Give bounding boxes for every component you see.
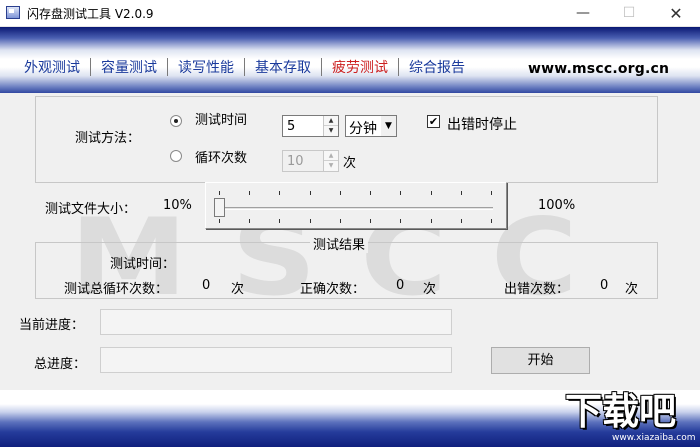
slider-tick [340, 191, 341, 195]
test-method-label: 测试方法： [75, 131, 141, 146]
slider-tick [370, 191, 371, 195]
time-unit-select[interactable]: 分钟 ▼ [345, 115, 397, 137]
total-loops-unit: 次 [231, 282, 245, 297]
spin-up-icon[interactable]: ▲ [324, 151, 338, 161]
test-time-value: 5 [287, 119, 296, 134]
slider-tick [461, 191, 462, 195]
spin-up-icon[interactable]: ▲ [324, 116, 338, 126]
xiazaiba-watermark-logo: 下载吧 [565, 390, 676, 433]
nav-tab-capacity[interactable]: 容量测试 [91, 57, 167, 77]
nav-bar: 外观测试 容量测试 读写性能 基本存取 疲劳测试 综合报告 [14, 57, 475, 77]
close-button[interactable]: ✕ [653, 0, 699, 27]
test-time-stepper[interactable]: 5 ▲ ▼ [282, 115, 339, 137]
slider-tick [340, 219, 341, 223]
file-size-label: 测试文件大小： [45, 202, 137, 217]
slider-tick [491, 219, 492, 223]
radio-test-time[interactable] [170, 115, 182, 127]
nav-tab-basic-access[interactable]: 基本存取 [245, 57, 321, 77]
test-results-title: 测试结果 [310, 234, 369, 253]
loop-count-value: 10 [287, 154, 304, 169]
correct-count-unit: 次 [423, 282, 437, 297]
loop-count-spin-buttons: ▲ ▼ [323, 151, 338, 171]
start-button[interactable]: 开始 [491, 347, 590, 374]
total-progress-bar [100, 347, 452, 373]
slider-tick [310, 191, 311, 195]
slider-tick [370, 219, 371, 223]
test-time-result-label: 测试时间： [110, 257, 176, 272]
nav-tab-appearance[interactable]: 外观测试 [14, 57, 90, 77]
radio-loop-count-label: 循环次数 [195, 151, 248, 166]
total-loops-value: 0 [202, 278, 211, 293]
radio-loop-count[interactable] [170, 150, 182, 162]
slider-tick [249, 191, 250, 195]
file-size-slider-track[interactable] [217, 207, 493, 210]
app-icon [6, 6, 20, 19]
slider-tick [461, 219, 462, 223]
stop-on-error-checkbox[interactable]: ✔ [427, 115, 440, 128]
file-size-max-label: 100% [538, 198, 576, 213]
error-count-label: 出错次数： [504, 282, 570, 297]
nav-tab-endurance[interactable]: 疲劳测试 [322, 57, 398, 77]
xiazaiba-watermark-url: www.xiazaiba.com [612, 433, 696, 443]
spin-down-icon[interactable]: ▼ [324, 126, 338, 136]
slider-tick [249, 219, 250, 223]
window-title: 闪存盘测试工具 V2.0.9 [27, 7, 154, 21]
slider-tick [431, 219, 432, 223]
correct-count-value: 0 [396, 278, 405, 293]
stop-on-error-label: 出错时停止 [447, 117, 517, 133]
spin-down-icon[interactable]: ▼ [324, 161, 338, 171]
error-count-unit: 次 [625, 282, 639, 297]
slider-tick [310, 219, 311, 223]
time-unit-value: 分钟 [349, 121, 377, 137]
slider-tick [400, 219, 401, 223]
slider-tick [279, 219, 280, 223]
site-url: www.mscc.org.cn [528, 61, 670, 77]
current-progress-bar [100, 309, 452, 335]
slider-tick [400, 191, 401, 195]
total-loops-label: 测试总循环次数： [64, 282, 169, 297]
slider-tick [491, 191, 492, 195]
title-bar: 闪存盘测试工具 V2.0.9 — ☐ ✕ [0, 0, 700, 27]
total-progress-label: 总进度： [34, 357, 87, 372]
file-size-slider-thumb[interactable] [214, 198, 225, 217]
nav-tab-report[interactable]: 综合报告 [399, 57, 475, 77]
file-size-min-label: 10% [163, 198, 192, 213]
radio-test-time-label: 测试时间 [195, 113, 248, 128]
chevron-down-icon[interactable]: ▼ [381, 116, 396, 136]
slider-tick [219, 219, 220, 223]
slider-tick [279, 191, 280, 195]
maximize-button[interactable]: ☐ [606, 0, 652, 27]
error-count-value: 0 [600, 278, 609, 293]
slider-tick [431, 191, 432, 195]
header-band: 外观测试 容量测试 读写性能 基本存取 疲劳测试 综合报告 www.mscc.o… [0, 27, 700, 93]
loop-count-unit: 次 [343, 156, 357, 171]
loop-count-stepper[interactable]: 10 ▲ ▼ [282, 150, 339, 172]
current-progress-label: 当前进度： [19, 318, 85, 333]
nav-tab-read-write[interactable]: 读写性能 [168, 57, 244, 77]
test-time-spin-buttons: ▲ ▼ [323, 116, 338, 136]
minimize-button[interactable]: — [560, 0, 606, 27]
slider-tick [219, 191, 220, 195]
correct-count-label: 正确次数： [300, 282, 366, 297]
